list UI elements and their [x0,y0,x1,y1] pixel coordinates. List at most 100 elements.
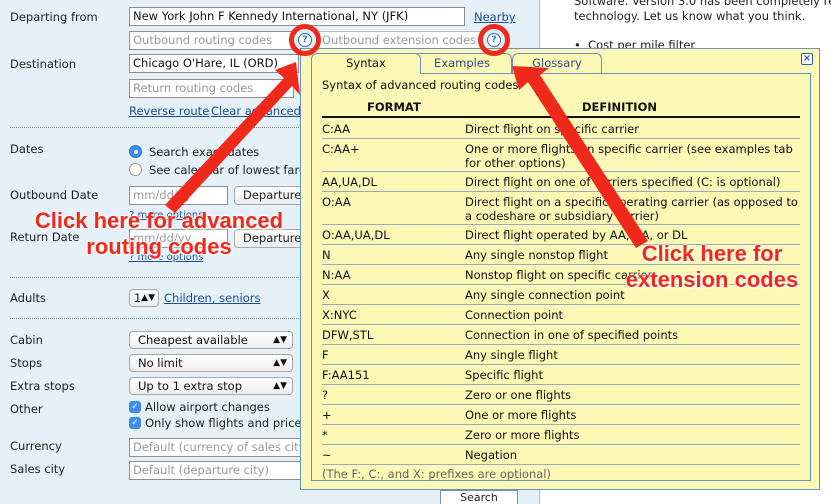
format-header: FORMAT [367,100,421,114]
syntax-title: Syntax of advanced routing codes [322,78,519,92]
annotation-routing: Click here for advanced extension codes … [14,208,304,260]
syntax-format: X:NYC [322,308,357,322]
syntax-footnote: (The F:, C:, and X: prefixes are optiona… [322,467,551,481]
syntax-definition: Specific flight [465,368,543,382]
sales-city-input[interactable]: Default (departure city) [129,461,304,480]
syntax-definition: Zero or more flights [465,428,580,442]
outbound-date-input[interactable]: mm/dd/yy [129,186,228,205]
syntax-row: DFW,STL Connection in one of specified po… [322,325,800,345]
other-label: Other [10,402,43,416]
syntax-row: F Any single flight [322,345,800,365]
syntax-format: F [322,348,329,362]
currency-input[interactable]: Default (currency of sales city) [129,438,304,457]
syntax-row: AA,UA,DL Direct flight on one of carriers… [322,172,800,192]
highlight-circle-routing [289,24,321,56]
search-button[interactable]: Search [440,490,518,504]
calendar-label: See calendar of lowest fares [149,163,313,177]
airport-changes-checkbox[interactable]: ✓ [129,401,141,413]
stops-value: No limit [138,356,183,370]
outbound-date-label: Outbound Date [10,188,99,202]
annotation-routing-line2: routing codes [86,234,232,259]
sales-city-label: Sales city [10,462,66,476]
stops-label: Stops [10,356,43,370]
cabin-value: Cheapest available [138,333,248,347]
tab-examples[interactable]: Examples [412,53,512,73]
syntax-definition: Direct flight on one of carriers specifi… [465,175,781,189]
select-arrows-icon: ▲▼ [141,293,155,303]
syntax-format: X [322,288,330,302]
annotation-extension-line1: Click here for [641,241,783,266]
tab-glossary[interactable]: Glossary [512,53,602,73]
syntax-format: N:AA [322,268,351,282]
highlight-circle-extension [478,24,510,56]
extra-stops-value: Up to 1 extra stop [138,379,242,393]
info-text-line1: Software. Version 3.0 has been completel… [574,0,831,8]
syntax-format: C:AA [322,122,350,136]
departing-label: Departing from [10,10,98,24]
dates-label: Dates [10,142,44,156]
syntax-definition: Zero or one flights [465,388,572,402]
syntax-row: C:AA+ One or more flights on specific car… [322,139,800,172]
select-arrows-icon: ▲▼ [273,335,287,345]
only-show-checkbox[interactable]: ✓ [129,417,141,429]
select-arrows-icon: ▲▼ [273,358,287,368]
syntax-definition: Any single flight [465,348,558,362]
syntax-row: C:AA Direct flight on specific carrier [322,119,800,139]
syntax-definition: One or more flights on specific carrier … [465,142,793,170]
airport-changes-label: Allow airport changes [145,400,270,414]
header-rule [322,116,800,118]
select-arrows-icon: ▲▼ [273,381,287,391]
radio-calendar[interactable] [129,163,142,176]
syntax-format: AA,UA,DL [322,175,377,189]
syntax-format: O:AA,UA,DL [322,228,390,242]
adults-label: Adults [10,291,46,305]
adults-select[interactable]: 1 ▲▼ [129,289,159,307]
syntax-format: F:AA151 [322,368,370,382]
definition-header: DEFINITION [582,100,657,114]
only-show-label: Only show flights and prices [145,416,308,430]
syntax-format: ~ [322,448,332,462]
syntax-definition: Negation [465,448,518,462]
syntax-row: + One or more flights [322,405,800,425]
info-text-line2: technology. Let us know what you think. [574,9,806,23]
children-seniors-link[interactable]: Children, seniors [164,291,260,305]
nearby-link[interactable]: Nearby [474,10,516,24]
syntax-row: * Zero or more flights [322,425,800,445]
syntax-format: ? [322,388,329,402]
annotation-extension: Click here for extension codes [612,241,812,293]
syntax-format: O:AA [322,195,351,209]
reverse-route-link[interactable]: Reverse route [129,104,209,118]
destination-label: Destination [10,57,76,71]
annotation-routing-line1: Click here for advanced [34,208,284,233]
syntax-definition: Direct flight on a specific operating ca… [465,195,798,223]
extra-stops-label: Extra stops [10,379,75,393]
outbound-time-button[interactable]: Departure [234,186,304,205]
cabin-label: Cabin [10,333,43,347]
syntax-row: ~ Negation [322,445,800,465]
syntax-definition: Connection point [465,308,564,322]
syntax-definition: Direct flight on specific carrier [465,122,639,136]
currency-label: Currency [10,439,62,453]
annotation-extension-line2: extension codes [625,267,799,292]
syntax-format: DFW,STL [322,328,374,342]
stops-select[interactable]: No limit ▲▼ [129,354,293,372]
syntax-definition: One or more flights [465,408,577,422]
destination-input[interactable]: Chicago O'Hare, IL (ORD) [129,54,299,73]
syntax-format: C:AA+ [322,142,360,156]
syntax-format: + [322,408,332,422]
syntax-row: O:AA Direct flight on a specific operatin… [322,192,800,225]
clear-advanced-link[interactable]: Clear advanced [211,104,301,118]
syntax-format: N [322,248,331,262]
return-routing-input[interactable]: Return routing codes [129,79,294,98]
exact-dates-label: Search exact dates [149,145,260,159]
tab-syntax[interactable]: Syntax [311,53,421,74]
outbound-routing-input[interactable]: Outbound routing codes [129,31,294,50]
syntax-row: ? Zero or one flights [322,385,800,405]
cabin-select[interactable]: Cheapest available ▲▼ [129,331,293,349]
close-icon[interactable]: × [801,53,813,65]
radio-exact-dates[interactable] [129,145,142,158]
syntax-definition: Direct flight operated by AA, UA, or DL [465,228,688,242]
departing-from-input[interactable]: New York John F Kennedy International, N… [129,7,465,26]
syntax-row: F:AA151 Specific flight [322,365,800,385]
extra-stops-select[interactable]: Up to 1 extra stop ▲▼ [129,377,293,395]
